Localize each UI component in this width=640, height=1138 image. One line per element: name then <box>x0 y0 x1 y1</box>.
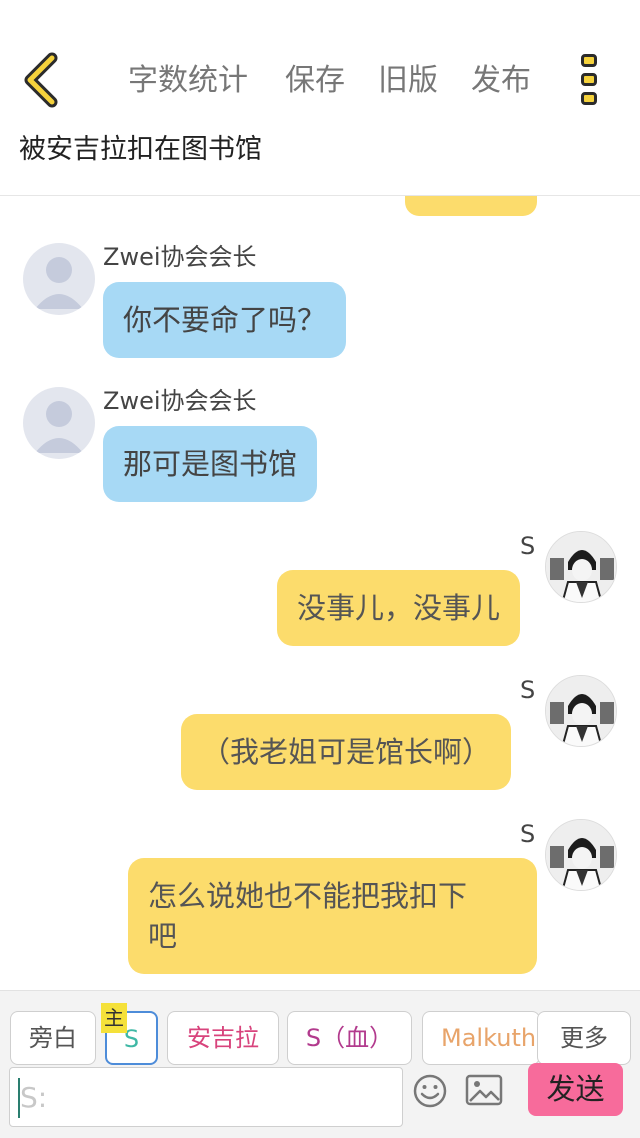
default-avatar-icon[interactable] <box>23 243 95 315</box>
default-avatar-icon[interactable] <box>23 387 95 459</box>
message-bubble[interactable]: 你不要命了吗？ <box>103 282 347 358</box>
character-avatar[interactable] <box>545 675 617 747</box>
publish-button[interactable]: 发布 <box>471 58 531 104</box>
message-bubble[interactable]: 怎么说她也不能把我扣下 吧 <box>128 858 537 974</box>
message-bubble-partial <box>405 196 537 216</box>
emoji-icon[interactable] <box>412 1073 448 1109</box>
sender-name: S <box>520 532 536 560</box>
image-icon[interactable] <box>465 1073 503 1107</box>
chat-editor-screen: 字数统计 保存 旧版 发布 被安吉拉扣在图书馆 Zwei协会会长 你不要命了吗？ <box>0 0 640 1138</box>
role-narration-button[interactable]: 旁白 <box>10 1011 96 1065</box>
chat-message-list[interactable]: Zwei协会会长 你不要命了吗？ Zwei协会会长 那可是图书馆 S 没事儿，没… <box>0 196 640 990</box>
composer-panel: 旁白 主 S 安吉拉 S（血） Malkuth 更多 发送 <box>0 990 640 1138</box>
top-bar: 字数统计 保存 旧版 发布 被安吉拉扣在图书馆 <box>0 0 640 196</box>
role-s-blood-button[interactable]: S（血） <box>287 1011 412 1065</box>
word-count-button[interactable]: 字数统计 <box>128 58 248 104</box>
role-angela-button[interactable]: 安吉拉 <box>167 1011 279 1065</box>
sender-name: S <box>520 676 536 704</box>
message-input-wrapper <box>9 1067 403 1127</box>
save-button[interactable]: 保存 <box>285 58 345 104</box>
message-bubble[interactable]: 那可是图书馆 <box>103 426 318 502</box>
story-title: 被安吉拉扣在图书馆 <box>19 134 262 165</box>
sender-name: Zwei协会会长 <box>103 243 257 271</box>
host-badge: 主 <box>101 1003 127 1033</box>
character-avatar[interactable] <box>545 819 617 891</box>
character-avatar[interactable] <box>545 531 617 603</box>
sender-name: Zwei协会会长 <box>103 387 257 415</box>
role-malkuth-button[interactable]: Malkuth <box>422 1011 540 1065</box>
sender-name: S <box>520 820 536 848</box>
chevron-left-icon <box>24 52 58 108</box>
back-button[interactable] <box>18 52 68 108</box>
message-input[interactable] <box>10 1068 402 1126</box>
more-vertical-icon[interactable] <box>574 52 604 110</box>
message-bubble[interactable]: 没事儿，没事儿 <box>277 570 521 646</box>
more-roles-button[interactable]: 更多 <box>537 1011 631 1065</box>
message-bubble[interactable]: （我老姐可是馆长啊） <box>181 714 512 790</box>
text-cursor <box>18 1078 20 1118</box>
send-button[interactable]: 发送 <box>528 1063 623 1116</box>
old-version-button[interactable]: 旧版 <box>378 58 438 104</box>
